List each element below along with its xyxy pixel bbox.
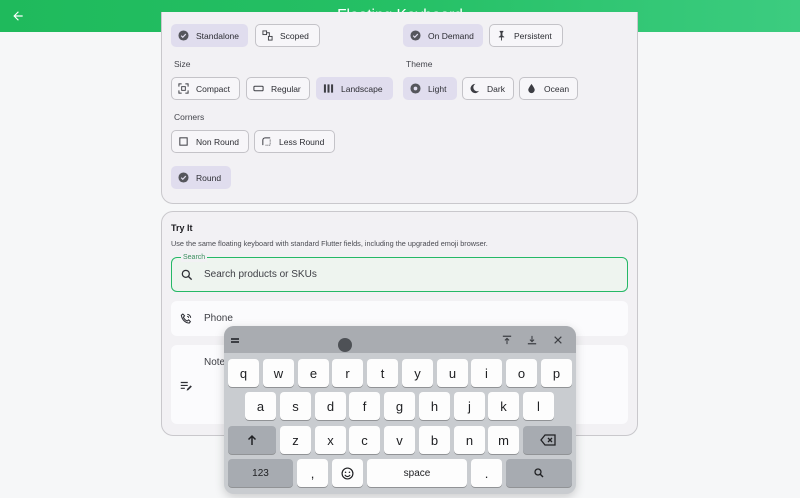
emoji-icon [341, 466, 354, 480]
key[interactable]: q [228, 359, 259, 387]
check-circle-icon [178, 172, 189, 183]
key[interactable]: r [332, 359, 363, 387]
key[interactable]: s [280, 392, 311, 420]
chip-light[interactable]: Light [403, 77, 457, 100]
key[interactable]: a [245, 392, 276, 420]
key[interactable]: j [454, 392, 485, 420]
corners-label: Corners [174, 112, 205, 122]
chip-non-round[interactable]: Non Round [171, 130, 249, 153]
key[interactable]: p [541, 359, 572, 387]
key[interactable]: l [523, 392, 554, 420]
key[interactable]: c [349, 426, 380, 454]
key[interactable]: h [419, 392, 450, 420]
key[interactable]: i [471, 359, 502, 387]
numbers-key[interactable]: 123 [228, 459, 293, 487]
phone-icon [180, 313, 192, 324]
chip-on-demand[interactable]: On Demand [403, 24, 483, 47]
chip-compact[interactable]: Compact [171, 77, 240, 100]
check-circle-icon [410, 30, 421, 41]
arrow-back-icon [13, 11, 23, 21]
regular-size-icon [253, 83, 264, 94]
back-button[interactable] [4, 2, 32, 30]
theme-label: Theme [406, 59, 433, 69]
dock-top-button[interactable] [500, 333, 514, 347]
key[interactable]: o [506, 359, 537, 387]
rounded-corner-icon [261, 136, 272, 147]
chip-scoped[interactable]: Scoped [255, 24, 320, 47]
scoped-icon [262, 30, 273, 41]
search-field-label: Search [181, 253, 208, 262]
key[interactable]: f [349, 392, 380, 420]
key[interactable]: z [280, 426, 311, 454]
emoji-key[interactable] [332, 459, 363, 487]
chip-less-round[interactable]: Less Round [254, 130, 335, 153]
shift-arrow-icon [247, 434, 257, 445]
key[interactable]: b [419, 426, 450, 454]
key[interactable]: u [437, 359, 468, 387]
key[interactable]: n [454, 426, 485, 454]
align-top-icon [502, 335, 512, 345]
period-key[interactable]: . [471, 459, 502, 487]
chip-standalone[interactable]: Standalone [171, 24, 248, 47]
try-it-title: Try It [171, 223, 193, 233]
chip-dark[interactable]: Dark [462, 77, 514, 100]
backspace-key[interactable] [523, 426, 572, 454]
water-drop-icon [526, 83, 537, 94]
key[interactable]: y [402, 359, 433, 387]
pin-icon [496, 30, 507, 41]
comma-key[interactable]: , [297, 459, 328, 487]
key[interactable]: m [488, 426, 519, 454]
floating-keyboard: q w e r t y u i o p a s d f g h j k l z … [224, 326, 576, 494]
keyboard-toolbar [224, 326, 576, 353]
close-icon [554, 336, 562, 344]
moon-icon [469, 83, 480, 94]
try-it-description: Use the same floating keyboard with stan… [171, 239, 488, 248]
key[interactable]: d [315, 392, 346, 420]
backspace-icon [539, 434, 556, 446]
sun-icon [410, 83, 421, 94]
drag-handle[interactable] [338, 338, 352, 352]
notes-icon [180, 381, 192, 391]
key[interactable]: w [263, 359, 294, 387]
compact-icon [178, 83, 189, 94]
chip-ocean[interactable]: Ocean [519, 77, 578, 100]
phone-label: Phone [204, 313, 233, 324]
chip-regular[interactable]: Regular [246, 77, 310, 100]
check-circle-icon [178, 30, 189, 41]
key[interactable]: t [367, 359, 398, 387]
key[interactable]: g [384, 392, 415, 420]
align-bottom-icon [527, 335, 537, 345]
search-placeholder: Search products or SKUs [204, 269, 317, 280]
chip-round[interactable]: Round [171, 166, 231, 189]
key[interactable]: k [488, 392, 519, 420]
square-icon [178, 136, 189, 147]
landscape-icon [323, 83, 334, 94]
key[interactable]: x [315, 426, 346, 454]
space-key[interactable]: space [367, 459, 467, 487]
key[interactable]: v [384, 426, 415, 454]
key[interactable]: e [298, 359, 329, 387]
chip-landscape[interactable]: Landscape [316, 77, 393, 100]
close-keyboard-button[interactable] [551, 333, 565, 347]
search-icon [181, 269, 193, 281]
dock-bottom-button[interactable] [525, 333, 539, 347]
search-action-key[interactable] [506, 459, 572, 487]
shift-key[interactable] [228, 426, 276, 454]
size-label: Size [174, 59, 191, 69]
search-icon [534, 468, 544, 478]
search-input[interactable]: Search products or SKUs [171, 257, 628, 292]
chip-persistent[interactable]: Persistent [489, 24, 563, 47]
drag-grip-icon[interactable] [231, 338, 239, 343]
